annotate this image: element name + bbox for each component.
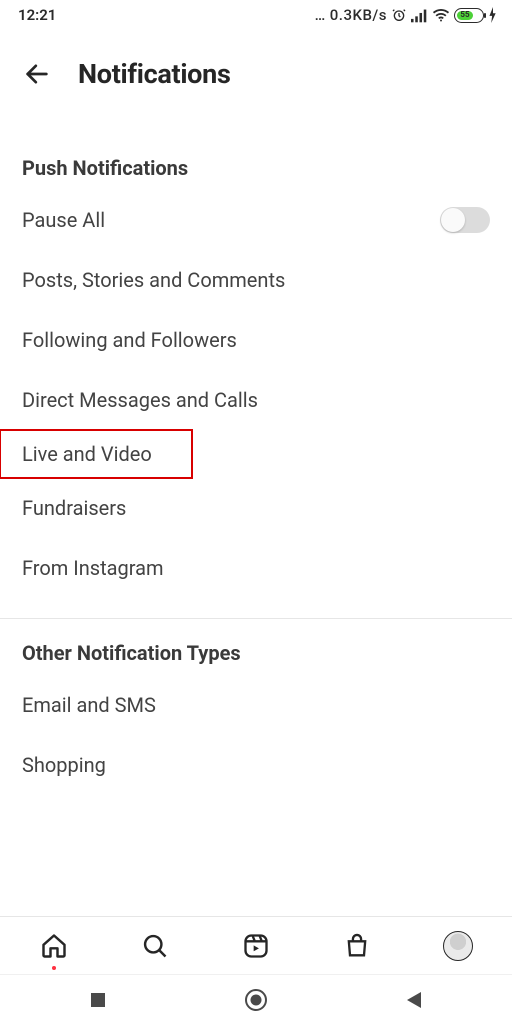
toggle-pause-all[interactable] [440,207,490,233]
row-label: Following and Followers [22,328,237,352]
row-label: Live and Video [22,442,152,466]
recents-icon [89,991,107,1009]
row-label: Shopping [22,753,106,777]
home-notification-dot-icon [52,966,56,970]
row-label: Email and SMS [22,693,156,717]
status-bar: 12:21 … 0.3KB/s 55 [0,0,512,30]
nav-shop[interactable] [329,918,385,974]
row-label: From Instagram [22,556,164,580]
nav-home[interactable] [26,918,82,974]
sys-recents-button[interactable] [38,975,158,1024]
home-icon [40,932,68,960]
app-header: Notifications [0,30,512,112]
sys-back-icon [405,990,423,1010]
nav-search[interactable] [127,918,183,974]
row-label: Posts, Stories and Comments [22,268,285,292]
row-from-instagram[interactable]: From Instagram [22,538,490,598]
row-following-followers[interactable]: Following and Followers [22,310,490,370]
row-fundraisers[interactable]: Fundraisers [22,478,490,538]
row-direct-messages-calls[interactable]: Direct Messages and Calls [22,370,490,430]
status-time: 12:21 [18,6,56,24]
row-live-video[interactable]: Live and Video [0,430,192,478]
system-nav-bar [0,974,512,1024]
alarm-icon [391,7,407,23]
section-other-types: Other Notification Types Email and SMS S… [0,619,512,795]
nav-profile[interactable] [430,918,486,974]
nav-reels[interactable] [228,918,284,974]
row-email-sms[interactable]: Email and SMS [22,675,490,735]
section-push-notifications: Push Notifications Pause All Posts, Stor… [0,112,512,598]
row-label: Fundraisers [22,496,126,520]
charging-icon [488,7,498,23]
wifi-icon [432,8,450,22]
back-button[interactable] [22,59,52,89]
reels-icon [242,932,270,960]
section-title-other: Other Notification Types [22,641,490,665]
status-right: … 0.3KB/s 55 [315,6,498,24]
section-title-push: Push Notifications [22,156,490,180]
sys-home-icon [244,988,268,1012]
battery-icon: 55 [454,8,484,23]
shopping-bag-icon [343,932,371,960]
row-shopping[interactable]: Shopping [22,735,490,795]
row-label: Pause All [22,208,105,232]
page-title: Notifications [78,58,231,90]
sys-home-button[interactable] [196,975,316,1024]
row-posts-stories-comments[interactable]: Posts, Stories and Comments [22,250,490,310]
arrow-left-icon [23,60,51,88]
signal-icon [411,8,428,23]
app-bottom-nav [0,916,512,974]
row-label: Direct Messages and Calls [22,388,258,412]
search-icon [141,932,169,960]
row-pause-all[interactable]: Pause All [22,190,490,250]
sys-back-button[interactable] [354,975,474,1024]
net-speed: 0.3KB/s [330,6,387,24]
more-indicator-icon: … [315,6,326,24]
avatar-icon [443,931,473,961]
